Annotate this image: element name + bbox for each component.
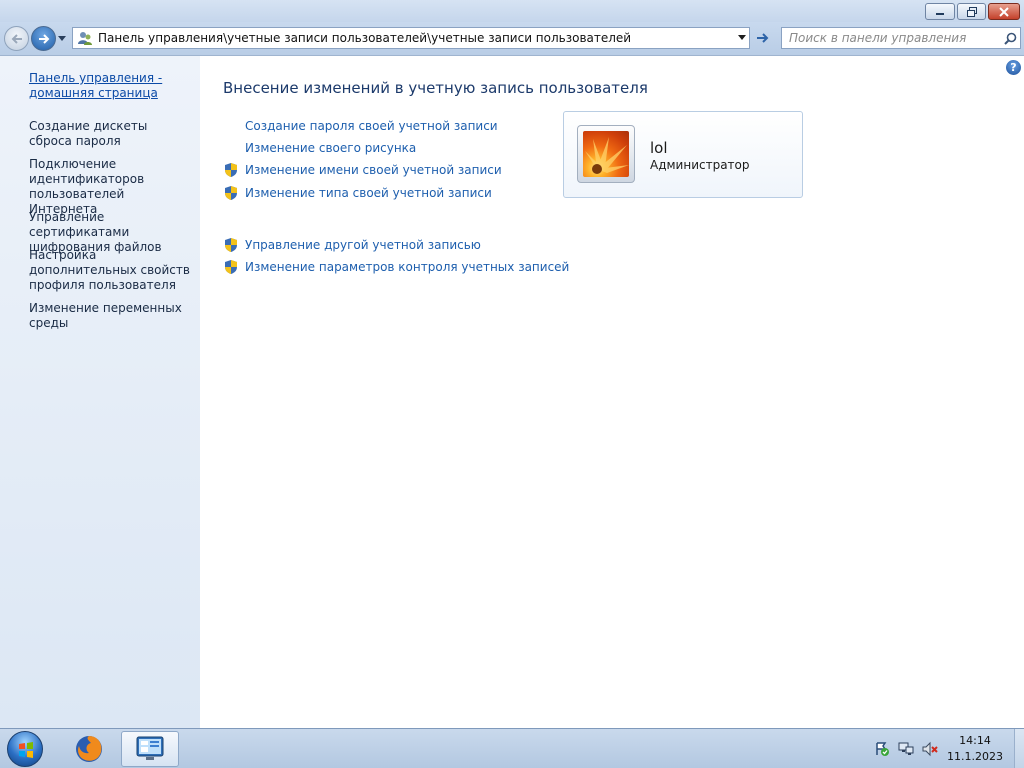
search-placeholder[interactable]: Поиск в панели управления	[782, 31, 1000, 45]
address-dropdown-icon[interactable]	[735, 28, 749, 48]
account-name: lol	[650, 139, 668, 157]
network-icon	[898, 742, 914, 755]
change-account-type-link[interactable]: Изменение типа своей учетной записи	[245, 186, 492, 201]
tray-volume[interactable]	[920, 729, 940, 768]
task-pane: Панель управления - домашняя страница Со…	[0, 56, 200, 728]
main-content: ? Внесение изменений в учетную запись по…	[200, 56, 1024, 728]
close-button[interactable]	[988, 3, 1020, 20]
navigation-bar: Панель управления\учетные записи пользов…	[0, 22, 1024, 56]
create-password-link[interactable]: Создание пароля своей учетной записи	[245, 119, 498, 134]
user-accounts-icon	[77, 30, 93, 46]
forward-button[interactable]	[31, 26, 56, 51]
control-panel-home-link[interactable]: Панель управления - домашняя страница	[29, 71, 194, 101]
recent-pages-dropdown[interactable]	[58, 36, 66, 41]
show-desktop-button[interactable]	[1014, 729, 1024, 768]
back-button[interactable]	[4, 26, 29, 51]
start-button[interactable]	[3, 729, 47, 768]
address-bar[interactable]: Панель управления\учетные записи пользов…	[72, 27, 750, 49]
forward-arrow-icon	[38, 33, 49, 44]
clock-time: 14:14	[959, 734, 991, 747]
close-icon	[989, 4, 1019, 19]
tray-network[interactable]	[896, 729, 916, 768]
page-title: Внесение изменений в учетную запись поль…	[223, 79, 648, 97]
task-create-reset-disk[interactable]: Создание дискеты сброса пароля	[29, 119, 194, 149]
taskbar-control-panel[interactable]	[121, 731, 179, 767]
go-button[interactable]	[752, 27, 774, 49]
account-role: Администратор	[650, 158, 750, 172]
task-advanced-profile[interactable]: Настройка дополнительных свойств профиля…	[29, 248, 194, 293]
change-name-link[interactable]: Изменение имени своей учетной записи	[245, 163, 502, 178]
taskbar: 14:14 11.1.2023	[0, 728, 1024, 768]
help-icon[interactable]: ?	[1006, 60, 1021, 75]
account-picture-frame	[577, 125, 635, 183]
minimize-icon	[926, 4, 954, 19]
uac-settings-link[interactable]: Изменение параметров контроля учетных за…	[245, 260, 569, 275]
uac-shield-icon	[225, 186, 237, 200]
restore-icon	[958, 4, 985, 19]
task-environment-variables[interactable]: Изменение переменных среды	[29, 301, 194, 331]
firefox-icon	[76, 736, 102, 762]
restore-button[interactable]	[957, 3, 986, 20]
manage-another-account-link[interactable]: Управление другой учетной записью	[245, 238, 481, 253]
address-path: Панель управления\учетные записи пользов…	[98, 31, 632, 45]
uac-shield-icon	[225, 163, 237, 177]
tray-action-center[interactable]	[872, 729, 892, 768]
task-link-online-ids[interactable]: Подключение идентификаторов пользователе…	[29, 157, 194, 217]
action-center-icon	[876, 742, 889, 756]
taskbar-firefox[interactable]	[60, 731, 118, 767]
control-panel-icon	[136, 736, 164, 760]
uac-shield-icon	[225, 260, 237, 274]
taskbar-clock[interactable]: 14:14 11.1.2023	[940, 733, 1010, 765]
back-arrow-icon	[11, 33, 22, 44]
volume-muted-icon	[922, 741, 938, 757]
clock-date: 11.1.2023	[947, 750, 1003, 763]
change-picture-link[interactable]: Изменение своего рисунка	[245, 141, 416, 156]
minimize-button[interactable]	[925, 3, 955, 20]
go-arrow-icon	[757, 33, 769, 43]
window-titlebar	[0, 0, 1024, 22]
uac-shield-icon	[225, 238, 237, 252]
search-icon[interactable]	[1000, 28, 1020, 48]
account-picture	[583, 131, 629, 177]
search-box[interactable]: Поиск в панели управления	[781, 27, 1021, 49]
windows-logo-icon	[7, 731, 43, 767]
account-card: lol Администратор	[563, 111, 803, 198]
